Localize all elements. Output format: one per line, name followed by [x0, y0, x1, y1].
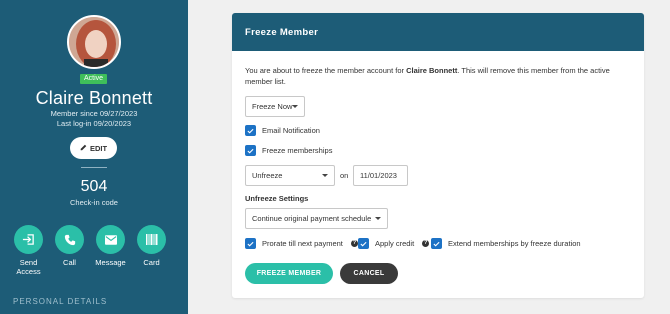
mail-icon — [96, 225, 125, 254]
pencil-icon — [80, 144, 87, 153]
email-notification-label: Email Notification — [262, 126, 320, 135]
avatar — [67, 15, 121, 69]
freeze-mode-select[interactable]: Freeze Now — [245, 96, 305, 117]
apply-credit-checkbox[interactable]: Apply credit ? — [358, 238, 430, 249]
send-access-label: Send Access — [16, 258, 41, 276]
email-notification-checkbox[interactable]: Email Notification — [245, 125, 320, 136]
unfreeze-date-input[interactable]: 11/01/2023 — [353, 165, 408, 186]
checkin-code-value: 504 — [80, 178, 108, 195]
freeze-member-button[interactable]: FREEZE MEMBER — [245, 263, 333, 284]
prorate-checkbox[interactable]: Prorate till next payment ? — [245, 238, 358, 249]
last-login: Last log-in 09/20/2023 — [56, 119, 132, 128]
payment-schedule-select[interactable]: Continue original payment schedule — [245, 208, 388, 229]
checkbox-checked-icon — [431, 238, 442, 249]
cancel-button[interactable]: CANCEL — [340, 263, 398, 284]
checkbox-checked-icon — [245, 125, 256, 136]
card-label: Card — [143, 258, 160, 267]
barcode-icon — [137, 225, 166, 254]
member-name: Claire Bonnett — [35, 88, 153, 108]
divider — [81, 167, 107, 168]
call-button[interactable]: Call — [54, 225, 85, 276]
message-label: Message — [95, 258, 126, 267]
prorate-label: Prorate till next payment — [262, 239, 343, 248]
checkin-code-label: Check-in code — [70, 198, 118, 207]
payment-schedule-value: Continue original payment schedule — [252, 214, 372, 223]
status-badge: Active — [80, 74, 107, 84]
member-sidebar: Active Claire Bonnett Member since 09/27… — [0, 0, 188, 314]
unfreeze-mode-value: Unfreeze — [252, 171, 283, 180]
freeze-member-dialog: Freeze Member You are about to freeze th… — [232, 13, 644, 298]
send-access-button[interactable]: Send Access — [13, 225, 44, 276]
dialog-title: Freeze Member — [232, 13, 644, 51]
login-icon — [14, 225, 43, 254]
on-label: on — [340, 171, 349, 180]
member-since: Member since 09/27/2023 — [50, 109, 138, 118]
unfreeze-mode-select[interactable]: Unfreeze — [245, 165, 335, 186]
caret-down-icon — [292, 105, 298, 108]
freeze-mode-value: Freeze Now — [252, 102, 293, 111]
apply-credit-label: Apply credit — [375, 239, 415, 248]
message-button[interactable]: Message — [95, 225, 126, 276]
phone-icon — [55, 225, 84, 254]
caret-down-icon — [322, 174, 328, 177]
checkbox-checked-icon — [358, 238, 369, 249]
dialog-intro-text: You are about to freeze the member accou… — [245, 66, 610, 86]
caret-down-icon — [375, 217, 381, 220]
member-actions: Send Access Call Message Card — [13, 225, 167, 276]
edit-button[interactable]: EDIT — [70, 137, 117, 159]
call-label: Call — [63, 258, 76, 267]
edit-label: EDIT — [89, 143, 108, 153]
intro-member-name: Claire Bonnett — [406, 66, 458, 75]
checkbox-checked-icon — [245, 145, 256, 156]
help-icon[interactable]: ? — [422, 240, 430, 247]
freeze-memberships-checkbox[interactable]: Freeze memberships — [245, 145, 332, 156]
checkbox-checked-icon — [245, 238, 256, 249]
personal-details-heading[interactable]: PERSONAL DETAILS — [13, 297, 107, 306]
extend-memberships-checkbox[interactable]: Extend memberships by freeze duration — [431, 238, 581, 249]
unfreeze-settings-heading: Unfreeze Settings — [245, 194, 309, 203]
extend-memberships-label: Extend memberships by freeze duration — [448, 239, 581, 248]
freeze-memberships-label: Freeze memberships — [262, 146, 333, 155]
help-icon[interactable]: ? — [350, 240, 358, 247]
card-button[interactable]: Card — [136, 225, 167, 276]
